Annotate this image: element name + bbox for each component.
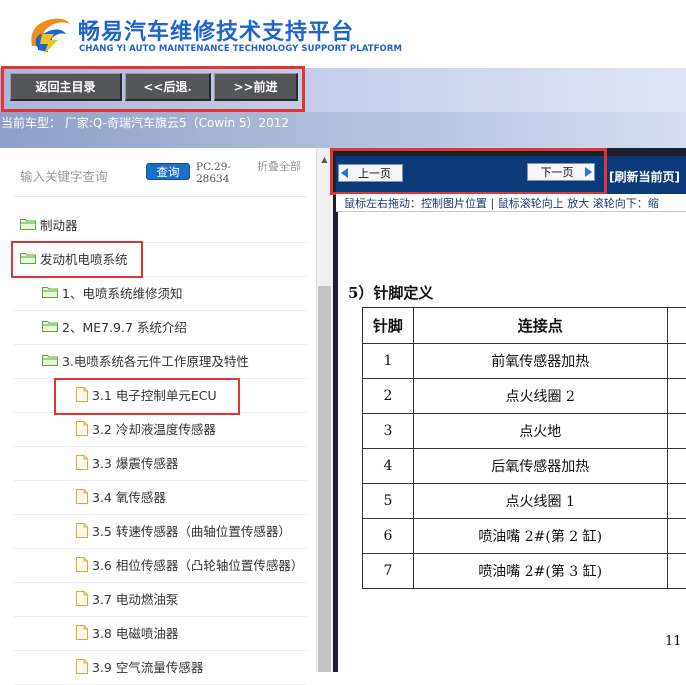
divider <box>14 196 307 197</box>
connection-cell: 后氧传感器加热 <box>413 449 667 484</box>
connection-cell: 喷油嘴 2#(第 3 缸) <box>413 554 667 589</box>
collapse-all-button[interactable]: 折叠全部 <box>257 161 301 173</box>
pager-highlight-box <box>330 148 607 195</box>
table-row: 1前氧传感器加热 <box>363 344 686 379</box>
table-row: 3点火地 <box>363 414 686 449</box>
table-row: 5点火线圈 1 <box>363 484 686 519</box>
connection-cell: 点火地 <box>413 414 667 449</box>
pin-number-cell: 4 <box>363 449 414 484</box>
tree-item-label: 3.5 转速传感器（曲轴位置传感器） <box>92 521 291 540</box>
pin-number-cell: 3 <box>363 414 414 449</box>
file-icon <box>76 659 88 674</box>
tree-item[interactable]: 3.4 氧传感器 <box>76 480 166 512</box>
connection-cell: 喷油嘴 2#(第 2 缸) <box>413 519 667 554</box>
tree-item-label: 3.8 电磁喷油器 <box>92 623 178 642</box>
extra-cell <box>667 519 686 554</box>
tree-item[interactable]: 2、ME7.9.7 系统介绍 <box>42 310 187 342</box>
tree-item-label: 2、ME7.9.7 系统介绍 <box>62 317 187 336</box>
extra-cell <box>667 379 686 414</box>
search-input[interactable]: 输入关键字查询 <box>20 166 108 185</box>
extra-cell <box>667 484 686 519</box>
tree-item-label: 3.6 相位传感器（凸轮轴位置传感器） <box>92 555 303 574</box>
tree-item-label: 3.7 电动燃油泵 <box>92 589 178 608</box>
pin-number-cell: 6 <box>363 519 414 554</box>
header-extra <box>667 308 686 344</box>
folder-icon <box>20 218 36 230</box>
tree-item-label: 1、电喷系统维修须知 <box>62 283 182 302</box>
tree-item-label: 3.3 爆震传感器 <box>92 453 178 472</box>
header-pin: 针脚 <box>363 308 414 344</box>
nav-highlight-box <box>1 66 305 112</box>
table-row: 4后氧传感器加热 <box>363 449 686 484</box>
tree-item[interactable]: 3.8 电磁喷油器 <box>76 616 178 648</box>
tree-item[interactable]: 1、电喷系统维修须知 <box>42 276 182 308</box>
pin-definition-table: 针脚 连接点 1前氧传感器加热2点火线圈 23点火地4后氧传感器加热5点火线圈 … <box>362 307 686 589</box>
tree-item[interactable]: 3.2 冷却液温度传感器 <box>76 412 216 444</box>
tree-item-label: 3.电喷系统各元件工作原理及特性 <box>62 351 249 370</box>
tree-item-label: 3.9 空气流量传感器 <box>92 657 203 676</box>
tree-item[interactable]: 3.3 爆震传感器 <box>76 446 178 478</box>
header-connection: 连接点 <box>413 308 667 344</box>
viewer-hint: 鼠标左右拖动：控制图片位置 | 鼠标滚轮向上 放大 滚轮向下：缩 <box>344 195 659 211</box>
connection-cell: 点火线圈 2 <box>413 379 667 414</box>
scrollbar-thumb[interactable] <box>318 286 331 672</box>
app-header: 畅易汽车维修技术支持平台 CHANG YI AUTO MAINTENANCE T… <box>0 0 686 68</box>
file-icon <box>76 489 88 504</box>
tree-highlight-ecu <box>54 378 240 415</box>
tree-item[interactable]: 3.9 空气流量传感器 <box>76 650 203 682</box>
query-button[interactable]: 查询 <box>146 163 190 180</box>
app-subtitle: CHANG YI AUTO MAINTENANCE TECHNOLOGY SUP… <box>79 44 402 54</box>
extra-cell <box>667 554 686 589</box>
tree-item[interactable]: 3.5 转速传感器（曲轴位置传感器） <box>76 514 291 546</box>
folder-icon <box>42 286 58 298</box>
tree-item-label: 3.2 冷却液温度传感器 <box>92 419 216 438</box>
extra-cell <box>667 449 686 484</box>
extra-cell <box>667 344 686 379</box>
extra-cell <box>667 414 686 449</box>
tree-item[interactable]: 3.6 相位传感器（凸轮轴位置传感器） <box>76 548 303 580</box>
tree-item[interactable]: 制动器 <box>20 208 78 240</box>
table-row: 7喷油嘴 2#(第 3 缸) <box>363 554 686 589</box>
folder-icon <box>42 354 58 366</box>
tree-item-label: 制动器 <box>40 215 78 234</box>
pin-number-cell: 2 <box>363 379 414 414</box>
tree-item[interactable]: 3.电喷系统各元件工作原理及特性 <box>42 344 249 376</box>
tree-item[interactable]: 3.7 电动燃油泵 <box>76 582 178 614</box>
page-number: 11 <box>665 634 682 649</box>
app-title: 畅易汽车维修技术支持平台 <box>78 14 354 46</box>
refresh-page-button[interactable]: [刷新当前页] <box>609 168 680 185</box>
file-icon <box>76 625 88 640</box>
pin-number-cell: 5 <box>363 484 414 519</box>
connection-cell: 点火线圈 1 <box>413 484 667 519</box>
logo-icon <box>24 12 74 56</box>
file-icon <box>76 591 88 606</box>
file-icon <box>76 421 88 436</box>
file-icon <box>76 523 88 538</box>
pin-number-cell: 7 <box>363 554 414 589</box>
tree-highlight-engine <box>11 241 143 278</box>
table-header-row: 针脚 连接点 <box>363 308 686 344</box>
pc-code-label: PC.29-28634 <box>196 161 240 185</box>
doc-heading: 5）针脚定义 <box>348 282 433 303</box>
table-row: 6喷油嘴 2#(第 2 缸) <box>363 519 686 554</box>
tree-item-label: 3.4 氧传感器 <box>92 487 166 506</box>
file-icon <box>76 557 88 572</box>
table-row: 2点火线圈 2 <box>363 379 686 414</box>
folder-icon <box>42 320 58 332</box>
connection-cell: 前氧传感器加热 <box>413 344 667 379</box>
current-car-model: 当前车型： 厂家:Q-奇瑞汽车旗云5（Cowin 5）2012 <box>1 114 289 131</box>
pin-number-cell: 1 <box>363 344 414 379</box>
file-icon <box>76 455 88 470</box>
